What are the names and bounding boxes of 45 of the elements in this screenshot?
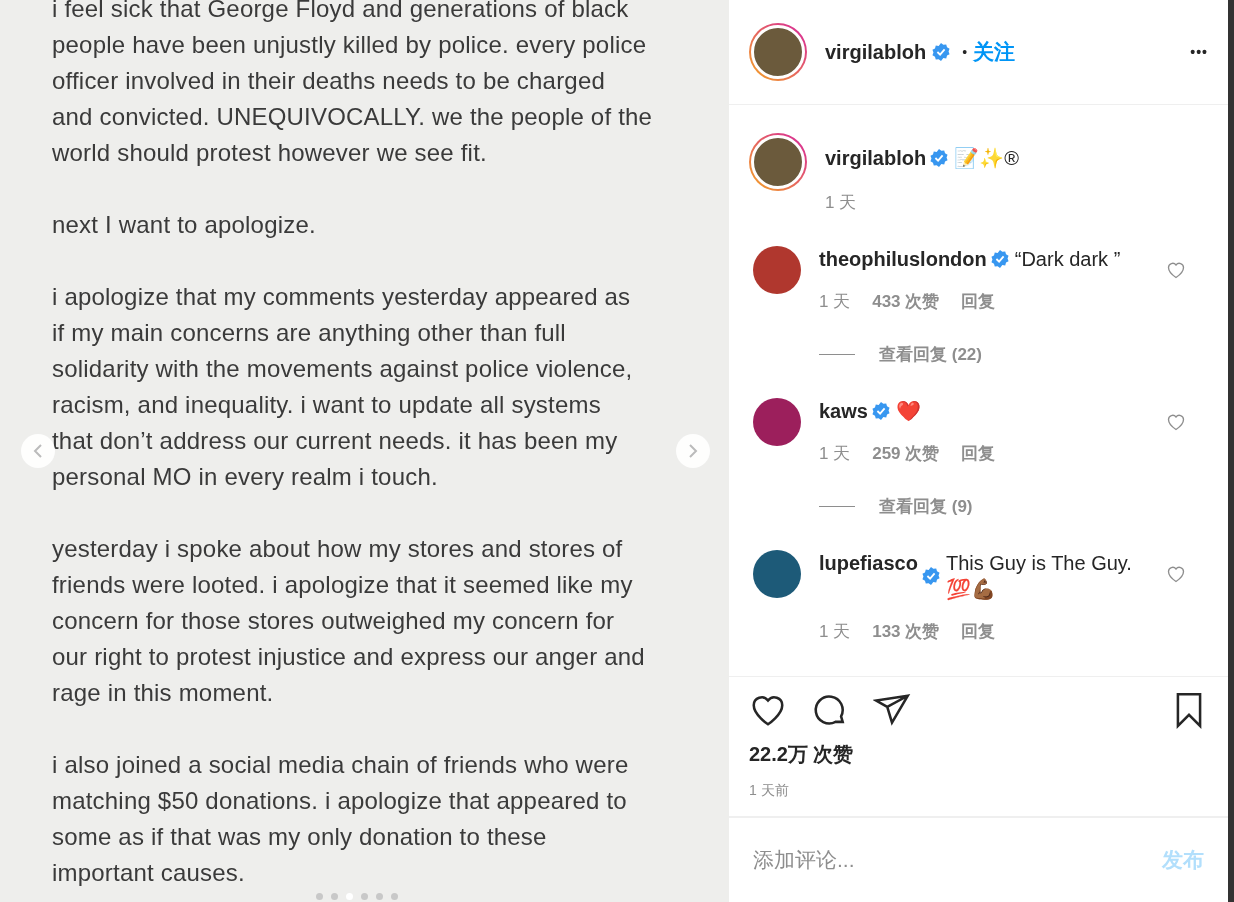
avatar[interactable] bbox=[753, 398, 801, 446]
username[interactable]: virgilabloh bbox=[825, 40, 927, 64]
like-count[interactable]: 433 次赞 bbox=[872, 290, 940, 313]
chevron-left-icon bbox=[32, 443, 44, 459]
avatar[interactable] bbox=[749, 133, 807, 191]
post-text-paragraph: i feel sick that George Floyd and generations of black people have been unjustly killed by police. every police officer involved in their deaths needs to be charged and convicted. UNEQUIVOCALLY. we the people of the world should protest however we see fit. bbox=[52, 0, 653, 168]
username[interactable]: theophiluslondon bbox=[819, 246, 987, 272]
reply-link[interactable]: 回复 bbox=[961, 442, 996, 465]
comment-input[interactable]: 添加评论... bbox=[751, 847, 1162, 873]
view-replies-link[interactable]: 查看回复 (22) bbox=[879, 343, 982, 366]
caption-text: 📝✨® bbox=[954, 146, 1019, 171]
like-count[interactable]: 22.2万 次赞 bbox=[749, 741, 1208, 768]
time-text: 1 天 bbox=[825, 192, 857, 214]
avatar[interactable] bbox=[753, 246, 801, 294]
carousel-dot[interactable] bbox=[316, 893, 323, 900]
carousel-dot[interactable] bbox=[391, 893, 398, 900]
post-time: 1 天前 bbox=[749, 782, 790, 800]
time-text: 1 天 bbox=[819, 443, 851, 465]
time-text: 1 天 bbox=[819, 291, 851, 313]
next-button[interactable] bbox=[676, 434, 710, 468]
comment-text: “Dark dark ” bbox=[1014, 247, 1122, 272]
time-text: 1 天 bbox=[819, 621, 851, 643]
post-text-paragraph: next I want to apologize. bbox=[52, 210, 316, 240]
username[interactable]: virgilabloh bbox=[825, 145, 927, 171]
post-text-paragraph: yesterday i spoke about how my stores and stores of friends were looted. i apologize that it seemed like my concern for those stores outweighed my concern for our right to protest injustice and express our anger and rage in this moment. bbox=[52, 534, 645, 708]
comment-text: ❤ bbox=[895, 399, 922, 424]
reply-link[interactable]: 回复 bbox=[961, 290, 996, 313]
more-button[interactable]: ••• bbox=[1190, 44, 1208, 60]
follow-link[interactable]: 关注 bbox=[973, 38, 1016, 66]
carousel-dot[interactable] bbox=[331, 893, 338, 900]
reply-link[interactable]: 回复 bbox=[961, 620, 996, 643]
username[interactable]: lupefiasco bbox=[819, 550, 918, 576]
like-count[interactable]: 259 次赞 bbox=[872, 442, 940, 465]
view-replies-link[interactable]: 查看回复 (9) bbox=[879, 495, 973, 518]
like-count[interactable]: 133 次赞 bbox=[872, 620, 940, 643]
separator-dot: • bbox=[962, 44, 968, 60]
username[interactable]: kaws bbox=[819, 398, 868, 424]
comment-text: This Guy is The Guy. 💯💪🏾 bbox=[945, 551, 1133, 602]
carousel-dot[interactable] bbox=[361, 893, 368, 900]
avatar[interactable] bbox=[749, 23, 807, 81]
post-text-paragraph: i also joined a social media chain of friends who were matching $50 donations. i apologize that appeared to some as if that was my only donation to these important causes. bbox=[52, 750, 629, 888]
avatar[interactable] bbox=[753, 550, 801, 598]
carousel-dot[interactable] bbox=[376, 893, 383, 900]
chevron-right-icon bbox=[687, 443, 699, 459]
post-text-paragraph: i apologize that my comments yesterday appeared as if my main concerns are anything other than full solidarity with the movements against police violence, racism, and inequality. i want to update all systems that don’t address our current needs. it has been my personal MO in every realm i touch. bbox=[52, 282, 633, 492]
